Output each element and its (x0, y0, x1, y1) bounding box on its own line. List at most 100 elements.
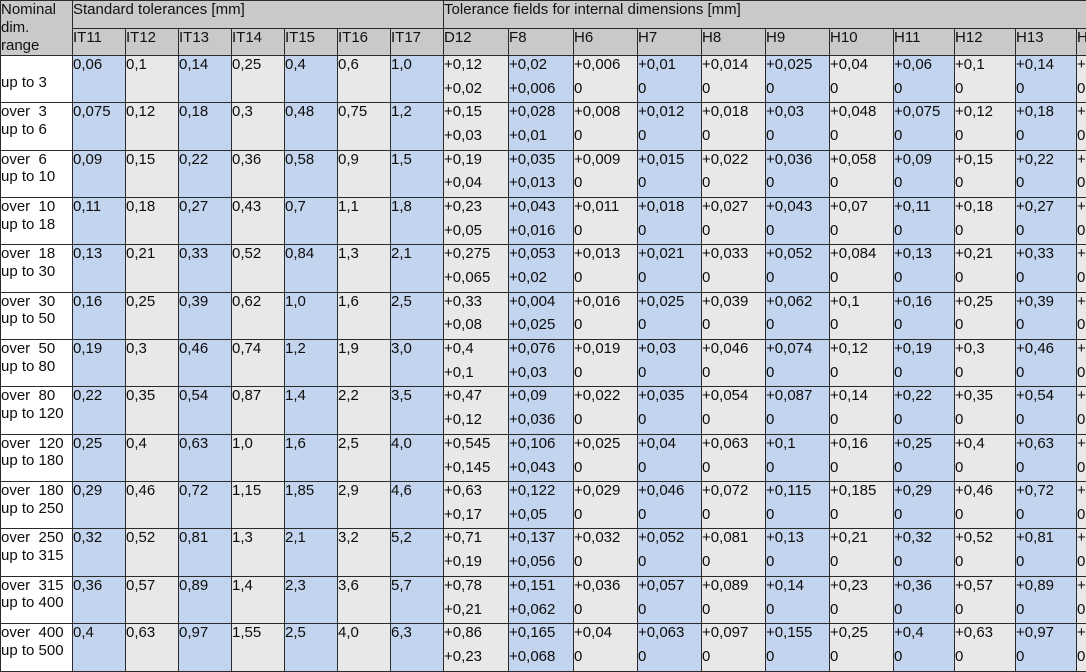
table-row: over 10up to 180,110,180,270,430,71,11,8… (1, 198, 1086, 245)
it-value-cell: 0,22 (73, 387, 126, 434)
tolerance-field-cell: +0,0130 (574, 245, 638, 292)
tolerance-field-cell: +0,320 (894, 529, 955, 576)
tolerance-field-cell: +0,0870 (766, 387, 830, 434)
tolerance-field-cell: +0,460 (955, 482, 1016, 529)
upper-deviation: +0,072 (702, 482, 765, 501)
tolerance-field-cell: +0,0220 (702, 150, 766, 197)
it-value-cell: 1,15 (232, 482, 285, 529)
upper-deviation: +0,076 (509, 340, 573, 359)
upper-deviation: +0,46 (955, 482, 1015, 501)
it-value-cell: 0,4 (126, 434, 179, 481)
upper-deviation: +0,18 (1016, 103, 1076, 122)
tolerance-field-cell: +0,350 (955, 387, 1016, 434)
lower-deviation: +0,02 (444, 75, 508, 99)
upper-deviation: +0,14 (830, 387, 893, 406)
nominal-range-line: over 3 (1, 103, 72, 121)
lower-deviation: 0 (702, 501, 765, 525)
tolerance-field-cell: +0,190 (894, 340, 955, 387)
it-value-cell: 0,7 (285, 198, 338, 245)
tolerance-field-cell: +0,140 (766, 576, 830, 623)
upper-deviation: +0,22 (894, 387, 954, 406)
tolerance-field-cell: +0,0190 (574, 340, 638, 387)
tolerance-field-cell: +0,250 (1077, 56, 1086, 103)
tolerance-field-cell: +1,150 (1077, 482, 1086, 529)
lower-deviation: 0 (766, 169, 829, 193)
it-value-cell: 0,6 (338, 56, 391, 103)
it-value-cell: 0,48 (285, 103, 338, 150)
upper-deviation: +0,36 (894, 577, 954, 596)
tolerance-field-cell: +0,0180 (638, 198, 702, 245)
column-header-it14: IT14 (232, 28, 285, 56)
upper-deviation: +0,23 (444, 198, 508, 217)
tolerance-field-cell: +0,122+0,05 (509, 482, 574, 529)
it-value-cell: 0,63 (126, 624, 179, 672)
upper-deviation: +0,11 (894, 198, 954, 217)
it-value-cell: 2,2 (338, 387, 391, 434)
tolerance-field-cell: +0,151+0,062 (509, 576, 574, 623)
tolerance-field-cell: +0,180 (1016, 103, 1077, 150)
upper-deviation: +0,63 (444, 482, 508, 501)
upper-deviation: +0,275 (444, 245, 508, 264)
lower-deviation: 0 (830, 643, 893, 667)
column-header-it13: IT13 (179, 28, 232, 56)
upper-deviation: +0,043 (766, 198, 829, 217)
table-body: up to 30,060,10,140,250,40,61,0+0,12+0,0… (1, 56, 1086, 672)
lower-deviation: 0 (766, 311, 829, 335)
nominal-range-line: up to 180 (1, 452, 72, 470)
it-value-cell: 0,97 (179, 624, 232, 672)
tolerance-field-cell: +0,028+0,01 (509, 103, 574, 150)
nominal-range-line: over 6 (1, 151, 72, 169)
upper-deviation: +0,155 (766, 624, 829, 643)
tolerance-field-cell: +0,0180 (702, 103, 766, 150)
upper-deviation: +0,3 (1077, 103, 1086, 122)
nominal-range-line: up to 30 (1, 263, 72, 281)
table-row: over 30up to 500,160,250,390,621,01,62,5… (1, 292, 1086, 339)
header-column-row: IT11IT12IT13IT14IT15IT16IT17D12F8H6H7H8H… (1, 28, 1086, 56)
tolerance-field-cell: +0,0320 (574, 529, 638, 576)
lower-deviation: 0 (894, 454, 954, 478)
nominal-range-line: up to 3 (1, 74, 72, 92)
tolerance-field-cell: +0,004+0,025 (509, 292, 574, 339)
upper-deviation: +0,04 (574, 624, 637, 643)
upper-deviation: +0,025 (766, 56, 829, 75)
tolerance-field-cell: +1,40 (1077, 576, 1086, 623)
tolerance-field-cell: +0,390 (1016, 292, 1077, 339)
tolerance-field-cell: +0,0460 (702, 340, 766, 387)
it-value-cell: 0,075 (73, 103, 126, 150)
lower-deviation: 0 (1077, 596, 1086, 620)
upper-deviation: +0,16 (894, 293, 954, 312)
lower-deviation: 0 (830, 122, 893, 146)
upper-deviation: +0,062 (766, 293, 829, 312)
upper-deviation: +0,21 (830, 529, 893, 548)
corner-line-1: Nominal (1, 1, 72, 19)
upper-deviation: +0,14 (1016, 56, 1076, 75)
upper-deviation: +0,006 (574, 56, 637, 75)
column-header-d12: D12 (444, 28, 509, 56)
tolerance-field-cell: +0,0430 (766, 198, 830, 245)
upper-deviation: +0,62 (1077, 293, 1086, 312)
upper-deviation: +0,1 (955, 56, 1015, 75)
upper-deviation: +0,03 (638, 340, 701, 359)
lower-deviation: 0 (1016, 501, 1076, 525)
it-value-cell: 1,55 (232, 624, 285, 672)
lower-deviation: 0 (1016, 596, 1076, 620)
upper-deviation: +0,058 (830, 151, 893, 170)
tolerance-field-cell: +0,070 (830, 198, 894, 245)
lower-deviation: 0 (894, 169, 954, 193)
table-row: over 120up to 1800,250,40,631,01,62,54,0… (1, 434, 1086, 481)
it-value-cell: 1,0 (232, 434, 285, 481)
lower-deviation: +0,016 (509, 217, 573, 241)
it-value-cell: 0,3 (126, 340, 179, 387)
column-header-it12: IT12 (126, 28, 179, 56)
it-value-cell: 0,21 (126, 245, 179, 292)
tolerance-field-cell: +0,1550 (766, 624, 830, 672)
tolerance-field-cell: +0,250 (830, 624, 894, 672)
upper-deviation: +0,025 (638, 293, 701, 312)
nominal-range-line: up to 6 (1, 121, 72, 139)
lower-deviation: 0 (830, 359, 893, 383)
it-value-cell: 0,46 (179, 340, 232, 387)
column-header-f8: F8 (509, 28, 574, 56)
nominal-range-cell: over 10up to 18 (1, 198, 73, 245)
nominal-range-line: up to 80 (1, 358, 72, 376)
nominal-range-line: up to 400 (1, 594, 72, 612)
